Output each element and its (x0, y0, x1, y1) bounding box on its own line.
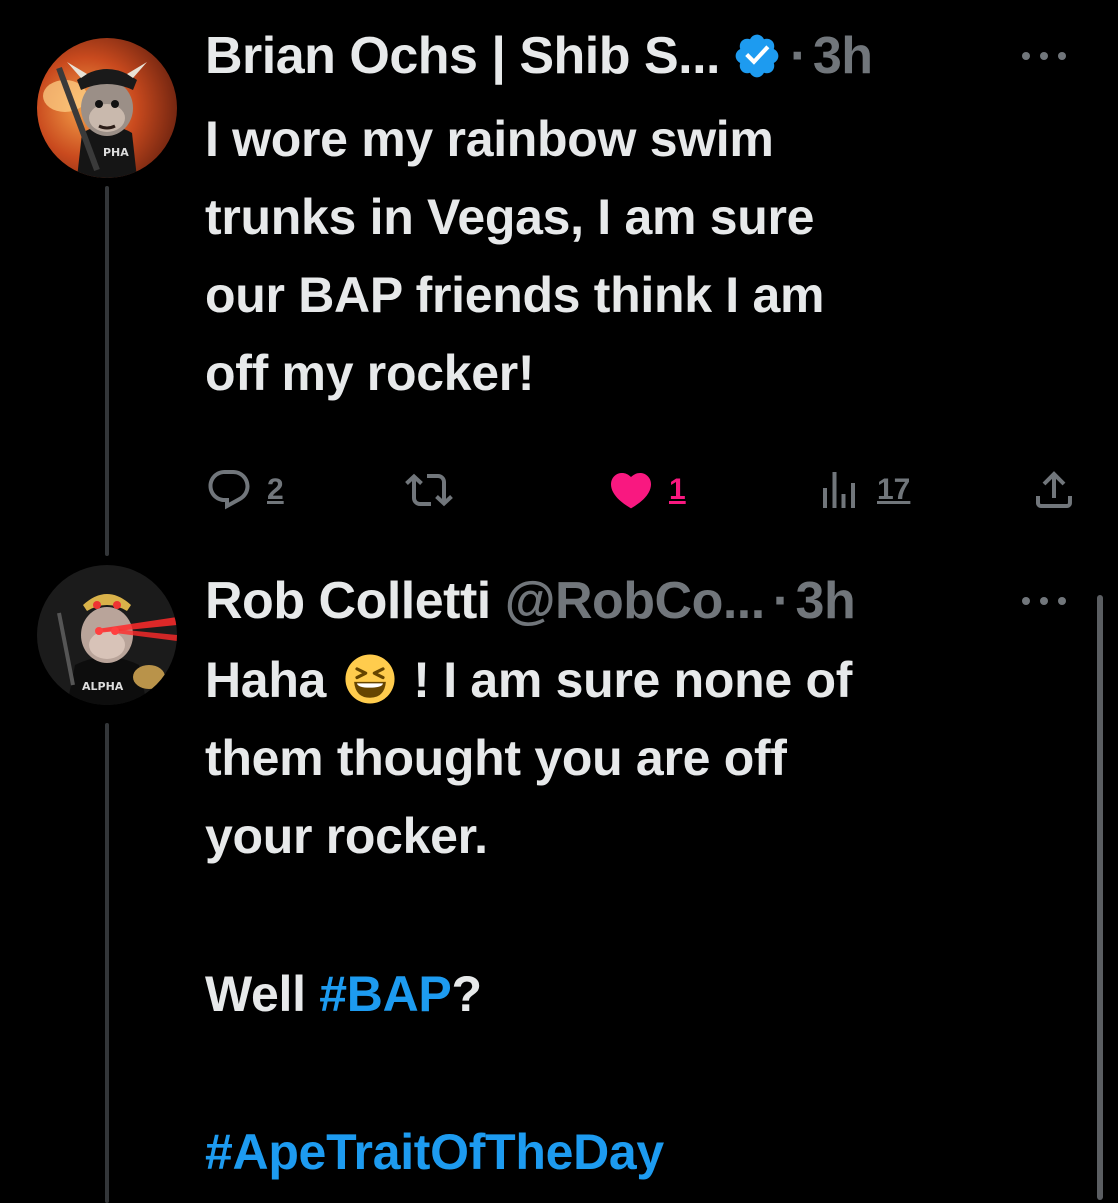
scrollbar[interactable] (1097, 595, 1103, 1200)
tweet-text-line: Well #BAP? (205, 955, 1035, 1033)
author-handle[interactable]: @RobCo... (505, 571, 765, 631)
text-segment: Well (205, 966, 320, 1022)
like-count: 1 (669, 473, 686, 506)
retweet-icon (405, 473, 453, 507)
thread-line (105, 186, 109, 556)
tweet-header: Brian Ochs | Shib S... · 3h (205, 20, 873, 92)
separator-dot: · (790, 27, 807, 85)
text-segment: ? (451, 966, 482, 1022)
more-options-icon[interactable] (1022, 44, 1066, 68)
tweet-text-line: trunks in Vegas, I am sure (205, 189, 815, 245)
reply-count: 2 (267, 473, 284, 506)
tweet-text-line: off my rocker! (205, 345, 535, 401)
heart-filled-icon (610, 473, 652, 509)
tweet-brian-ochs[interactable]: PHA Brian Ochs | Shib S... · 3h I wore m… (0, 20, 1118, 556)
text-segment: ! I am sure none of (413, 652, 853, 708)
timestamp[interactable]: 3h (796, 571, 856, 631)
tweet-rob-colletti[interactable]: ALPHA Rob Colletti @RobCo... · 3h Haha !… (0, 565, 1118, 1203)
tweet-text-line: Haha ! I am sure none of (205, 641, 1035, 719)
avatar-badge-text: ALPHA (82, 680, 124, 693)
more-options-icon[interactable] (1022, 589, 1066, 613)
view-count: 17 (877, 473, 911, 506)
avatar-brian-ochs[interactable]: PHA (37, 38, 177, 178)
tweet-text-line: #ApeTraitOfTheDay (205, 1113, 1035, 1191)
retweet-button[interactable] (405, 460, 453, 520)
tweet-text-line: our BAP friends think I am (205, 267, 825, 323)
timestamp[interactable]: 3h (813, 26, 873, 86)
share-button[interactable] (1030, 460, 1078, 520)
views-button[interactable]: 17 (815, 460, 910, 520)
share-icon (1036, 471, 1072, 508)
tweet-actions: 2 1 17 (205, 460, 1080, 520)
tweet-text: I wore my rainbow swim trunks in Vegas, … (205, 100, 1035, 412)
tweet-text: Haha ! I am sure none of them thought yo… (205, 641, 1035, 1191)
tweet-text-line: I wore my rainbow swim (205, 111, 774, 167)
tweet-text-line: them thought you are off (205, 730, 787, 786)
like-button[interactable]: 1 (607, 460, 686, 520)
reply-button[interactable]: 2 (205, 460, 284, 520)
tweet-header: Rob Colletti @RobCo... · 3h (205, 565, 856, 637)
verified-badge-icon (735, 34, 779, 78)
separator-dot: · (772, 572, 790, 630)
grinning-squinting-face-emoji-icon (345, 654, 395, 704)
reply-icon (208, 470, 250, 510)
hashtag-apetraitoftheday-link[interactable]: #ApeTraitOfTheDay (205, 1124, 664, 1180)
author-name[interactable]: Rob Colletti (205, 571, 491, 631)
thread-line (105, 723, 109, 1203)
text-segment: Haha (205, 652, 327, 708)
avatar-rob-colletti[interactable]: ALPHA (37, 565, 177, 705)
hashtag-bap-link[interactable]: #BAP (319, 966, 451, 1022)
tweet-text-line: your rocker. (205, 808, 488, 864)
author-name[interactable]: Brian Ochs | Shib S... (205, 26, 721, 86)
views-chart-icon (823, 472, 855, 508)
avatar-badge-text: PHA (103, 146, 129, 159)
